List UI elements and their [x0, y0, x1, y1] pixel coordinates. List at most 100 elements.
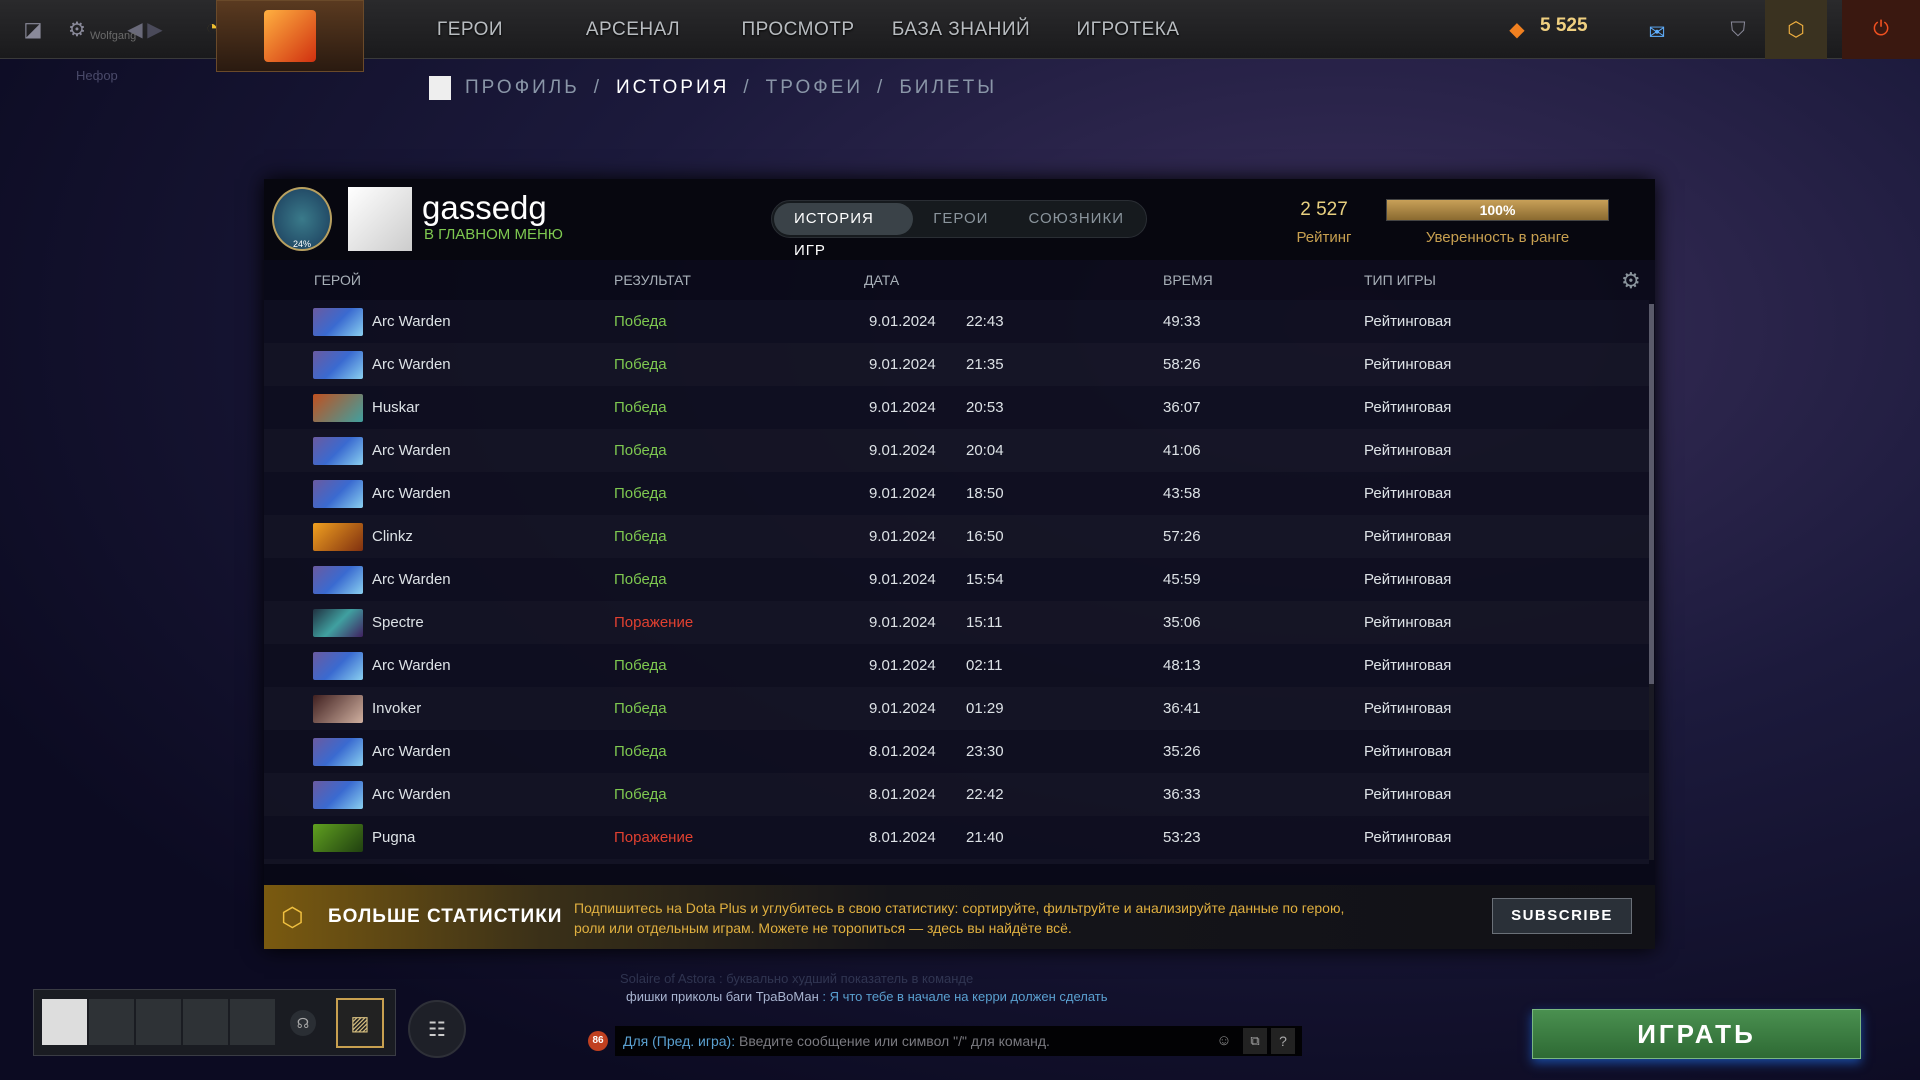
crumb-trophies[interactable]: ТРОФЕИ — [766, 77, 863, 99]
match-row[interactable]: Arc Warden Победа 9.01.2024 21:35 58:26 … — [264, 343, 1649, 386]
match-row[interactable]: Arc Warden Победа 9.01.2024 20:04 41:06 … — [264, 429, 1649, 472]
party-slot-empty[interactable] — [89, 999, 134, 1045]
chat-input[interactable]: Для (Пред. игра): Введите сообщение или … — [615, 1026, 1302, 1056]
nav-arsenal[interactable]: АРСЕНАЛ — [586, 0, 680, 59]
nav-heroes[interactable]: ГЕРОИ — [437, 0, 503, 59]
match-row[interactable]: Pugna Поражение 8.01.2024 21:40 53:23 Ре… — [264, 816, 1649, 859]
dota-menu-icon[interactable]: ◪ — [18, 14, 48, 44]
match-result: Победа — [614, 356, 667, 373]
tab-match-history[interactable]: ИСТОРИЯ ИГР — [774, 203, 914, 259]
chat-author[interactable]: Solaire of Astora — [620, 971, 715, 986]
match-row[interactable]: Arc Warden Победа 9.01.2024 15:54 45:59 … — [264, 558, 1649, 601]
match-row[interactable]: Arc Warden Победа 8.01.2024 22:42 36:33 … — [264, 773, 1649, 816]
match-duration: 36:07 — [1163, 399, 1201, 416]
rank-confidence: 100% Уверенность в ранге — [1386, 199, 1609, 246]
scrollbar-thumb[interactable] — [1649, 304, 1654, 684]
confidence-percent: 100% — [1479, 202, 1516, 218]
tab-allies[interactable]: СОЮЗНИКИ — [1008, 203, 1144, 235]
tab-heroes[interactable]: ГЕРОИ — [913, 203, 1008, 235]
col-duration[interactable]: ВРЕМЯ — [1163, 272, 1213, 288]
unread-badge: 86 — [588, 1031, 608, 1051]
table-settings-gear-icon[interactable]: ⚙ — [1621, 268, 1641, 294]
match-result: Поражение — [614, 829, 694, 846]
match-row[interactable]: Arc Warden Победа 9.01.2024 22:43 49:33 … — [264, 300, 1649, 343]
match-row[interactable]: Arc Warden Победа 9.01.2024 02:11 48:13 … — [264, 644, 1649, 687]
match-date: 8.01.2024 — [869, 829, 936, 846]
match-time: 01:29 — [966, 700, 1004, 717]
dota-logo[interactable] — [216, 0, 364, 72]
match-row[interactable]: Huskar Победа 9.01.2024 20:53 36:07 Рейт… — [264, 386, 1649, 429]
match-row[interactable]: Arc Warden Победа 9.01.2024 18:50 43:58 … — [264, 472, 1649, 515]
match-duration: 36:41 — [1163, 700, 1201, 717]
party-finder-icon[interactable]: ☷ — [408, 1000, 466, 1058]
party-slot-self[interactable] — [42, 999, 87, 1045]
crumb-separator: / — [877, 77, 886, 98]
match-time: 20:04 — [966, 442, 1004, 459]
match-date: 9.01.2024 — [869, 356, 936, 373]
battle-pass-icon[interactable]: ▨ — [336, 998, 384, 1048]
match-result: Победа — [614, 442, 667, 459]
hero-name: Arc Warden — [372, 356, 451, 373]
breadcrumb: ПРОФИЛЬ / ИСТОРИЯ / ТРОФЕИ / БИЛЕТЫ — [429, 76, 997, 100]
game-type: Рейтинговая — [1364, 743, 1452, 760]
forward-arrow-icon[interactable]: ▶ — [145, 14, 165, 44]
game-type: Рейтинговая — [1364, 356, 1452, 373]
match-result: Победа — [614, 700, 667, 717]
power-icon[interactable]: ⏻ — [1842, 0, 1920, 59]
nav-game-library[interactable]: ИГРОТЕКА — [1077, 0, 1180, 59]
hero-portrait — [313, 394, 363, 422]
crumb-tickets[interactable]: БИЛЕТЫ — [899, 77, 997, 99]
subscribe-button[interactable]: SUBSCRIBE — [1492, 898, 1632, 934]
crumb-history[interactable]: ИСТОРИЯ — [616, 77, 729, 99]
hero-name: Clinkz — [372, 528, 413, 545]
profile-avatar[interactable] — [348, 187, 412, 251]
chat-channel[interactable]: Для (Пред. игра): — [623, 1033, 735, 1049]
party-slot-empty[interactable] — [230, 999, 275, 1045]
col-hero[interactable]: ГЕРОЙ — [314, 272, 361, 288]
settings-gear-icon[interactable]: ⚙ — [62, 14, 92, 44]
match-row[interactable]: Clinkz Победа 9.01.2024 16:50 57:26 Рейт… — [264, 515, 1649, 558]
chat-log: Solaire of Astora : буквально худший пок… — [620, 970, 1120, 1006]
game-type: Рейтинговая — [1364, 571, 1452, 588]
voice-headset-icon[interactable]: ☊ — [290, 1010, 316, 1036]
party-slot-empty[interactable] — [136, 999, 181, 1045]
match-time: 02:11 — [966, 657, 1003, 674]
armory-icon[interactable]: ⛉ — [1718, 10, 1758, 50]
nav-knowledge-base[interactable]: БАЗА ЗНАНИЙ — [892, 0, 1030, 59]
dota-plus-icon: ⬡ — [281, 902, 304, 932]
hero-portrait — [313, 351, 363, 379]
dota-plus-banner: ⬡ БОЛЬШЕ СТАТИСТИКИ Подпишитесь на Dota … — [264, 885, 1655, 949]
match-row[interactable]: Arc Warden Победа 8.01.2024 23:30 35:26 … — [264, 730, 1649, 773]
crumb-profile[interactable]: ПРОФИЛЬ — [465, 77, 580, 99]
col-game-type[interactable]: ТИП ИГРЫ — [1364, 272, 1436, 288]
col-result[interactable]: РЕЗУЛЬТАТ — [614, 272, 691, 288]
match-date: 9.01.2024 — [869, 571, 936, 588]
match-row[interactable]: Invoker Победа 9.01.2024 01:29 36:41 Рей… — [264, 687, 1649, 730]
match-result: Победа — [614, 743, 667, 760]
chat-author[interactable]: фишки приколы баги ТраВоМан — [626, 989, 819, 1004]
chat-message: : Я что тебе в начале на керри должен сд… — [822, 989, 1108, 1004]
game-type: Рейтинговая — [1364, 786, 1452, 803]
match-time: 20:53 — [966, 399, 1004, 416]
emoji-icon[interactable]: ☺ — [1215, 1032, 1233, 1050]
match-date: 9.01.2024 — [869, 313, 936, 330]
party-slot-empty[interactable] — [183, 999, 228, 1045]
match-date: 9.01.2024 — [869, 614, 936, 631]
play-button[interactable]: ИГРАТЬ — [1532, 1009, 1861, 1059]
dota-plus-icon[interactable]: ⬡ — [1765, 0, 1827, 59]
col-date[interactable]: ДАТА — [864, 272, 899, 288]
match-duration: 49:33 — [1163, 313, 1201, 330]
match-row[interactable]: Morphling Поражение 8.01.2024 17:56 33:4… — [264, 859, 1649, 864]
rank-medal-icon: 24% — [272, 187, 332, 251]
match-time: 15:11 — [966, 614, 1003, 631]
translate-icon[interactable]: ⧉ — [1243, 1028, 1267, 1054]
chat-mail-icon[interactable]: ✉ — [1632, 14, 1682, 50]
friend-name: Wolfgang — [90, 30, 137, 42]
help-button[interactable]: ? — [1271, 1028, 1295, 1054]
scrollbar[interactable] — [1649, 304, 1654, 860]
match-result: Победа — [614, 571, 667, 588]
hero-portrait — [313, 437, 363, 465]
dota-logo-icon — [264, 10, 316, 62]
match-row[interactable]: Spectre Поражение 9.01.2024 15:11 35:06 … — [264, 601, 1649, 644]
nav-watch[interactable]: ПРОСМОТР — [741, 0, 854, 59]
